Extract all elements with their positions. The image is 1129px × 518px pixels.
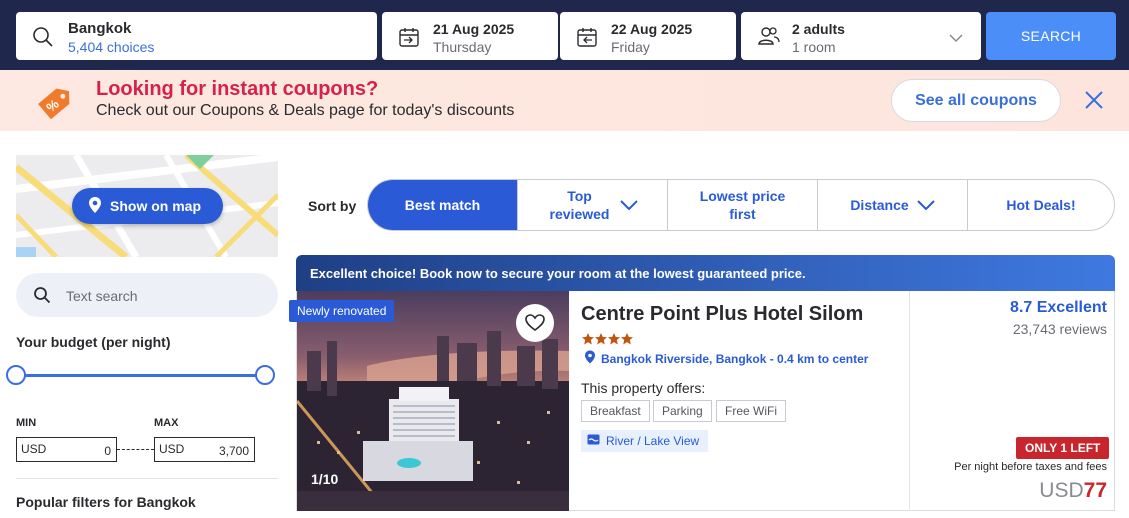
sort-hot-deals[interactable]: Hot Deals!: [967, 180, 1114, 230]
checkin-day: Thursday: [433, 39, 492, 55]
chevron-down-icon: [619, 196, 638, 214]
price-column-divider: [909, 291, 910, 511]
checkout-field[interactable]: 22 Aug 2025 Friday: [560, 12, 736, 60]
sort-by-label: Sort by: [308, 198, 357, 214]
offers-label: This property offers:: [581, 380, 706, 396]
sort-option-label: Lowest price first: [699, 188, 786, 222]
checkout-date: 22 Aug 2025: [611, 21, 693, 37]
sort-option-label: Top reviewed: [549, 188, 610, 222]
min-label: MIN: [16, 417, 37, 429]
checkin-date: 21 Aug 2025: [433, 21, 515, 37]
calendar-checkin-icon: [398, 26, 420, 53]
hotel-name[interactable]: Centre Point Plus Hotel Silom: [581, 303, 863, 326]
budget-max-handle[interactable]: [255, 365, 275, 385]
sort-option-label: Best match: [404, 197, 481, 213]
search-icon: [33, 286, 51, 309]
location-text: Bangkok Riverside, Bangkok - 0.4 km to c…: [601, 351, 869, 366]
destination-value: Bangkok: [68, 20, 132, 37]
map-pin-icon: [88, 196, 102, 217]
budget-slider-track[interactable]: [16, 374, 266, 377]
budget-min-handle[interactable]: [6, 365, 26, 385]
max-value: 3,700: [218, 444, 249, 458]
checkout-day: Friday: [611, 39, 650, 55]
min-value: 0: [104, 444, 111, 458]
availability-badge: ONLY 1 LEFT: [1016, 437, 1110, 459]
chevron-down-icon: [916, 196, 935, 214]
newly-renovated-badge: Newly renovated: [289, 300, 395, 322]
destination-choices: 5,404 choices: [68, 39, 155, 55]
price-currency: USD: [1039, 479, 1084, 502]
rooms-count: 1 room: [792, 39, 836, 55]
max-budget-input[interactable]: USD 3,700: [154, 437, 255, 462]
sort-distance[interactable]: Distance: [817, 180, 967, 230]
excellent-choice-banner: Excellent choice! Book now to secure you…: [296, 255, 1115, 291]
amenity-breakfast: Breakfast: [581, 400, 650, 422]
promo-headline: Looking for instant coupons?: [96, 78, 379, 100]
view-feature: River / Lake View: [581, 430, 708, 452]
sort-option-label: Distance: [850, 197, 909, 213]
min-currency: USD: [21, 442, 47, 456]
min-budget-input[interactable]: USD 0: [16, 437, 117, 462]
sort-option-label: Hot Deals!: [1006, 197, 1076, 213]
search-button[interactable]: SEARCH: [986, 12, 1116, 60]
sidebar-divider: [16, 478, 278, 479]
amenity-parking: Parking: [653, 400, 712, 422]
price-amount: 77: [1083, 479, 1107, 502]
max-label: MAX: [154, 417, 179, 429]
max-currency: USD: [159, 442, 185, 456]
guests-icon: [757, 25, 781, 52]
location-pin-icon: [584, 350, 596, 367]
popular-filters-title: Popular filters for Bangkok: [16, 494, 196, 510]
review-count[interactable]: 23,743 reviews: [1013, 321, 1107, 337]
coupon-tag-icon: %: [33, 80, 79, 129]
promo-subtext: Check out our Coupons & Deals page for t…: [96, 102, 515, 119]
view-label: River / Lake View: [606, 434, 700, 448]
text-search-placeholder: Text search: [66, 288, 138, 304]
sort-top-reviewed[interactable]: Top reviewed: [517, 180, 667, 230]
guests-count: 2 adults: [792, 21, 845, 37]
range-separator: [117, 449, 154, 450]
show-on-map-label: Show on map: [110, 198, 201, 214]
favorite-heart-icon[interactable]: [516, 304, 554, 342]
river-view-icon: [587, 434, 600, 448]
close-icon[interactable]: [1084, 90, 1104, 115]
destination-field[interactable]: Bangkok 5,404 choices: [16, 12, 377, 60]
see-all-coupons-button[interactable]: See all coupons: [891, 79, 1061, 122]
chevron-down-icon: [949, 30, 963, 48]
text-search-input[interactable]: Text search: [16, 273, 278, 317]
star-rating: [581, 332, 637, 349]
occupancy-field[interactable]: 2 adults 1 room: [741, 12, 981, 60]
budget-title: Your budget (per night): [16, 334, 171, 350]
price-note: Per night before taxes and fees: [954, 461, 1107, 473]
amenity-wifi: Free WiFi: [716, 400, 786, 422]
search-bar: Bangkok 5,404 choices 21 Aug 2025 Thursd…: [0, 0, 1129, 70]
sort-options: Best match Top reviewed Lowest price fir…: [367, 179, 1115, 231]
sort-lowest-price[interactable]: Lowest price first: [667, 180, 817, 230]
calendar-checkout-icon: [576, 26, 598, 53]
review-score[interactable]: 8.7 Excellent: [1010, 299, 1107, 317]
price[interactable]: USD77: [1039, 479, 1107, 503]
show-on-map-button[interactable]: Show on map: [72, 188, 223, 224]
sort-best-match[interactable]: Best match: [368, 180, 517, 230]
checkin-field[interactable]: 21 Aug 2025 Thursday: [382, 12, 558, 60]
photo-counter: 1/10: [311, 471, 339, 487]
search-icon: [32, 26, 54, 53]
coupon-promo-banner: % Looking for instant coupons? Check out…: [0, 70, 1129, 131]
hotel-location[interactable]: Bangkok Riverside, Bangkok - 0.4 km to c…: [584, 350, 868, 367]
